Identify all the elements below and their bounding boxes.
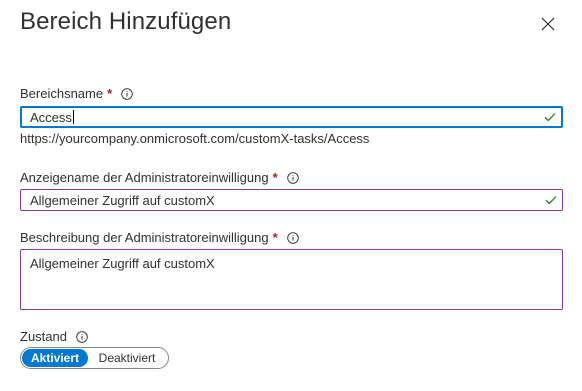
state-option-enabled[interactable]: Aktiviert <box>22 349 88 367</box>
panel-title: Bereich Hinzufügen <box>20 8 232 35</box>
admin-description-label-text: Beschreibung der Administratoreinwilligu… <box>20 230 269 245</box>
scope-uri-hint: https://yourcompany.onmicrosoft.com/cust… <box>20 131 370 146</box>
required-marker: * <box>272 230 278 245</box>
close-button[interactable] <box>538 14 558 34</box>
check-icon <box>544 113 556 122</box>
scope-name-label: Bereichsname * <box>20 86 133 101</box>
admin-description-textarea[interactable]: Allgemeiner Zugriff auf customX <box>20 249 563 310</box>
info-icon[interactable] <box>76 330 88 343</box>
info-icon[interactable] <box>286 231 299 244</box>
state-toggle: Aktiviert Deaktiviert <box>20 347 169 369</box>
add-scope-panel: Bereich Hinzufügen Bereichsname * Access… <box>0 0 582 391</box>
state-label-text: Zustand <box>20 329 67 344</box>
check-icon <box>545 196 557 205</box>
state-option-disabled[interactable]: Deaktiviert <box>88 349 166 367</box>
required-marker: * <box>107 86 113 101</box>
admin-display-name-label: Anzeigename der Administratoreinwilligun… <box>20 170 299 185</box>
close-icon <box>541 17 555 31</box>
info-icon[interactable] <box>121 87 133 100</box>
admin-description-value: Allgemeiner Zugriff auf customX <box>30 256 215 271</box>
admin-display-name-label-text: Anzeigename der Administratoreinwilligun… <box>20 170 269 185</box>
admin-display-name-value: Allgemeiner Zugriff auf customX <box>30 192 215 208</box>
scope-name-label-text: Bereichsname <box>20 86 104 101</box>
scope-name-input[interactable]: Access <box>20 106 563 128</box>
text-cursor <box>72 110 74 124</box>
admin-description-label: Beschreibung der Administratoreinwilligu… <box>20 230 299 245</box>
scope-name-value: Access <box>30 109 72 125</box>
admin-display-name-input[interactable]: Allgemeiner Zugriff auf customX <box>20 189 563 211</box>
state-label: Zustand <box>20 329 88 344</box>
required-marker: * <box>272 170 278 185</box>
info-icon[interactable] <box>286 171 299 184</box>
